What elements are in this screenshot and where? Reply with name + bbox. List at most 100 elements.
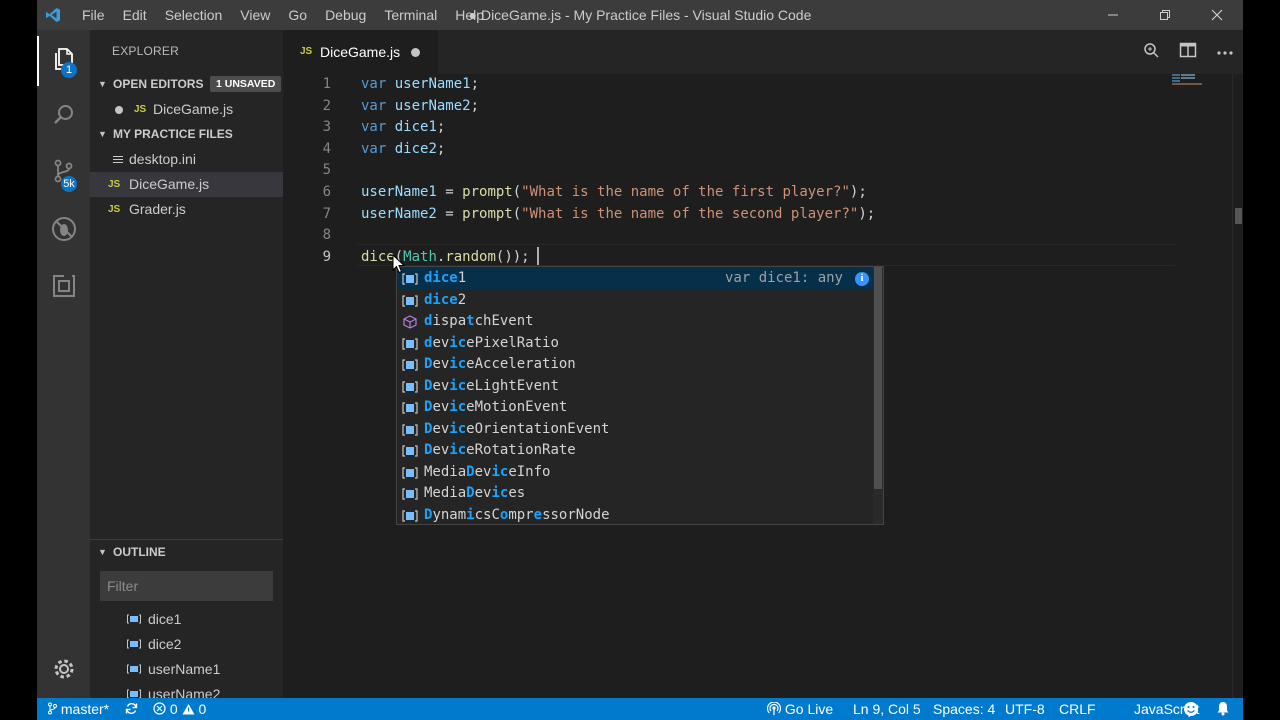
suggestion-label: dice2 — [424, 291, 467, 308]
outline-item[interactable]: dice2 — [90, 632, 283, 657]
folder-label: MY PRACTICE FILES — [113, 127, 233, 141]
suggestion-item[interactable]: DeviceLightEvent — [397, 376, 873, 398]
outline-filter-input[interactable]: Filter — [100, 571, 273, 601]
suggestion-item[interactable]: dice2 — [397, 290, 873, 312]
sync-button[interactable] — [125, 698, 138, 720]
outline-item[interactable]: dice1 — [90, 607, 283, 632]
active-indicator — [37, 36, 39, 86]
outline-label: dice2 — [148, 636, 182, 652]
menu-selection[interactable]: Selection — [156, 0, 232, 30]
info-icon[interactable]: i — [855, 272, 869, 286]
minimize-button[interactable] — [1087, 0, 1139, 30]
variable-icon — [402, 423, 418, 436]
code-line[interactable]: var dice2; — [361, 139, 445, 161]
code-line[interactable]: userName1 = prompt("What is the name of … — [361, 182, 867, 204]
minimap[interactable] — [1172, 74, 1232, 698]
notifications-button[interactable] — [1216, 698, 1230, 720]
menu-debug[interactable]: Debug — [316, 0, 375, 30]
search-activity-button[interactable] — [37, 92, 90, 142]
split-editor-button[interactable] — [1169, 30, 1206, 74]
variable-icon — [127, 614, 141, 624]
chevron-down-icon: ▼ — [98, 547, 107, 557]
close-button[interactable] — [1191, 0, 1243, 30]
go-live-button[interactable]: Go Live — [766, 698, 833, 720]
window-controls — [1087, 0, 1243, 30]
explorer-activity-button[interactable]: 1 — [37, 36, 90, 86]
outline-label: userName1 — [148, 661, 221, 677]
suggestion-item[interactable]: dispatchEvent — [397, 311, 873, 333]
editor-vertical-scrollbar[interactable] — [1232, 74, 1243, 698]
extensions-activity-button[interactable] — [37, 263, 90, 313]
sync-icon — [125, 701, 138, 717]
variable-icon — [402, 380, 418, 393]
debug-activity-button[interactable] — [37, 206, 90, 256]
file-item-dicegame-js[interactable]: JS DiceGame.js — [90, 172, 283, 197]
menu-go[interactable]: Go — [279, 0, 316, 30]
file-item-desktop-ini[interactable]: desktop.ini — [90, 147, 283, 172]
source-control-activity-button[interactable]: 5k — [37, 148, 90, 198]
suggestion-item[interactable]: DynamicsCompressorNode — [397, 505, 873, 525]
suggestion-label: devicePixelRatio — [424, 334, 559, 351]
editor-actions — [1132, 30, 1243, 74]
folder-header[interactable]: ▼ MY PRACTICE FILES — [90, 122, 283, 146]
menu-view[interactable]: View — [231, 0, 279, 30]
scrollbar-thumb[interactable] — [1235, 208, 1242, 224]
open-changes-button[interactable] — [1132, 30, 1169, 74]
code-line[interactable]: var userName1; — [361, 74, 479, 96]
more-actions-button[interactable] — [1206, 30, 1243, 74]
code-line[interactable]: var userName2; — [361, 96, 479, 118]
suggestion-item[interactable]: DeviceAcceleration — [397, 354, 873, 376]
branch-status[interactable]: master* — [47, 698, 109, 720]
suggestion-item[interactable]: dice1 var dice1: any i — [397, 268, 873, 290]
suggest-scrollbar[interactable] — [873, 267, 883, 524]
compare-icon — [1142, 41, 1160, 64]
suggestion-item[interactable]: DeviceMotionEvent — [397, 397, 873, 419]
suggestion-label: MediaDeviceInfo — [424, 463, 551, 480]
cursor-position[interactable]: Ln 9, Col 5 — [853, 698, 921, 720]
restore-button[interactable] — [1139, 0, 1191, 30]
suggestion-item[interactable]: devicePixelRatio — [397, 333, 873, 355]
scrollbar-thumb[interactable] — [874, 267, 882, 489]
git-branch-icon — [47, 701, 57, 717]
indentation-status[interactable]: Spaces: 4 — [933, 698, 995, 720]
suggestion-label: DeviceMotionEvent — [424, 399, 568, 415]
suggestion-item[interactable]: DeviceRotationRate — [397, 440, 873, 462]
encoding-status[interactable]: UTF-8 — [1005, 698, 1045, 720]
menu-help[interactable]: Help — [446, 0, 493, 30]
line-number: 5 — [322, 162, 331, 179]
outline-item[interactable]: userName1 — [90, 657, 283, 682]
chevron-down-icon: ▼ — [98, 79, 107, 89]
open-editors-header[interactable]: ▼ OPEN EDITORS 1 UNSAVED — [90, 72, 283, 96]
warning-count: 0 — [198, 701, 207, 717]
activity-bar: 1 5k — [37, 30, 90, 698]
ellipsis-icon — [1216, 43, 1234, 61]
suggestion-item[interactable]: MediaDeviceInfo — [397, 462, 873, 484]
unsaved-dot-icon[interactable] — [411, 48, 420, 57]
variable-icon — [402, 359, 418, 371]
menu-file[interactable]: File — [73, 0, 114, 30]
code-line[interactable]: var dice1; — [361, 117, 445, 139]
outline-header[interactable]: ▼ OUTLINE — [90, 539, 283, 564]
suggestion-item[interactable]: DeviceOrientationEvent — [397, 419, 873, 441]
problems-status[interactable]: 0 0 — [153, 698, 206, 720]
menu-terminal[interactable]: Terminal — [375, 0, 446, 30]
tab-dicegame-js[interactable]: JS DiceGame.js — [283, 30, 438, 74]
suggestion-item[interactable]: MediaDevices — [397, 483, 873, 505]
gear-icon — [50, 655, 78, 688]
code-line[interactable]: userName2 = prompt("What is the name of … — [361, 204, 875, 226]
manage-activity-button[interactable] — [37, 646, 90, 696]
variable-icon — [402, 337, 418, 350]
open-editor-item[interactable]: JS DiceGame.js — [90, 97, 283, 122]
eol-status[interactable]: CRLF — [1059, 698, 1096, 720]
scm-badge: 5k — [61, 176, 77, 192]
unsaved-dot-icon[interactable] — [115, 106, 123, 114]
menu-edit[interactable]: Edit — [114, 0, 156, 30]
error-icon — [153, 701, 166, 717]
feedback-button[interactable] — [1183, 698, 1199, 720]
line-number: 2 — [322, 97, 331, 114]
unsaved-badge: 1 UNSAVED — [210, 76, 282, 92]
line-number: 3 — [322, 119, 331, 136]
vscode-logo-icon — [45, 7, 61, 23]
line-number: 6 — [322, 184, 331, 200]
file-item-grader-js[interactable]: JS Grader.js — [90, 197, 283, 222]
